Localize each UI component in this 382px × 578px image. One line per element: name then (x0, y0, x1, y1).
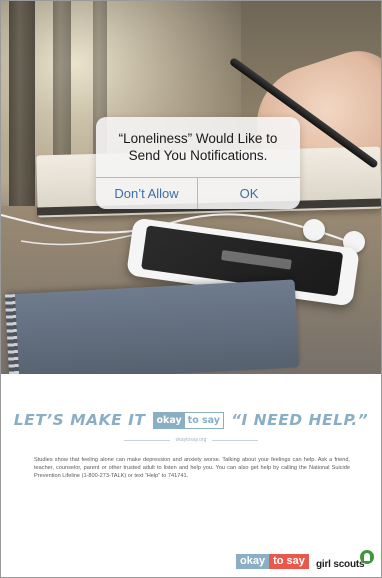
logo-to-say: to say (269, 554, 309, 569)
alert-title-line-2: Send You Notifications. (128, 148, 268, 163)
spiral-notebook (4, 279, 300, 374)
okay-to-say-badge: okay to say (152, 411, 224, 429)
divider-line (123, 439, 170, 441)
dont-allow-button[interactable]: Don’t Allow (96, 178, 197, 209)
girl-scouts-wordmark: girl scouts (316, 559, 365, 570)
campaign-headline: LET’S MAKE IT okay to say “I NEED HELP.” (1, 407, 381, 433)
headline-part-1: LET’S MAKE IT (13, 411, 146, 429)
trefoil-icon (360, 550, 374, 564)
badge-to-say: to say (187, 414, 220, 426)
alert-title: “Loneliness” Would Like to Send You Noti… (96, 130, 300, 164)
badge-okay: okay (153, 412, 185, 428)
screen-glare (221, 250, 292, 270)
ok-button[interactable]: OK (198, 178, 300, 209)
girl-scouts-logo: girl scouts (316, 550, 376, 572)
url-row: okaytosay.org (1, 435, 381, 445)
body-copy: Studies show that feeling alone can make… (34, 457, 350, 479)
divider-line (212, 439, 259, 441)
psa-poster: “Loneliness” Would Like to Send You Noti… (0, 0, 382, 578)
okay-to-say-logo: okay to say (236, 554, 309, 569)
alert-title-line-1: “Loneliness” Would Like to (118, 131, 278, 146)
campaign-url: okaytosay.org (175, 437, 207, 443)
logo-okay: okay (236, 554, 270, 569)
notification-permission-alert: “Loneliness” Would Like to Send You Noti… (96, 117, 300, 209)
headline-part-2: “I NEED HELP.” (231, 411, 369, 429)
background-photo: “Loneliness” Would Like to Send You Noti… (1, 1, 381, 374)
curtain (9, 1, 35, 216)
earbud (303, 219, 325, 241)
